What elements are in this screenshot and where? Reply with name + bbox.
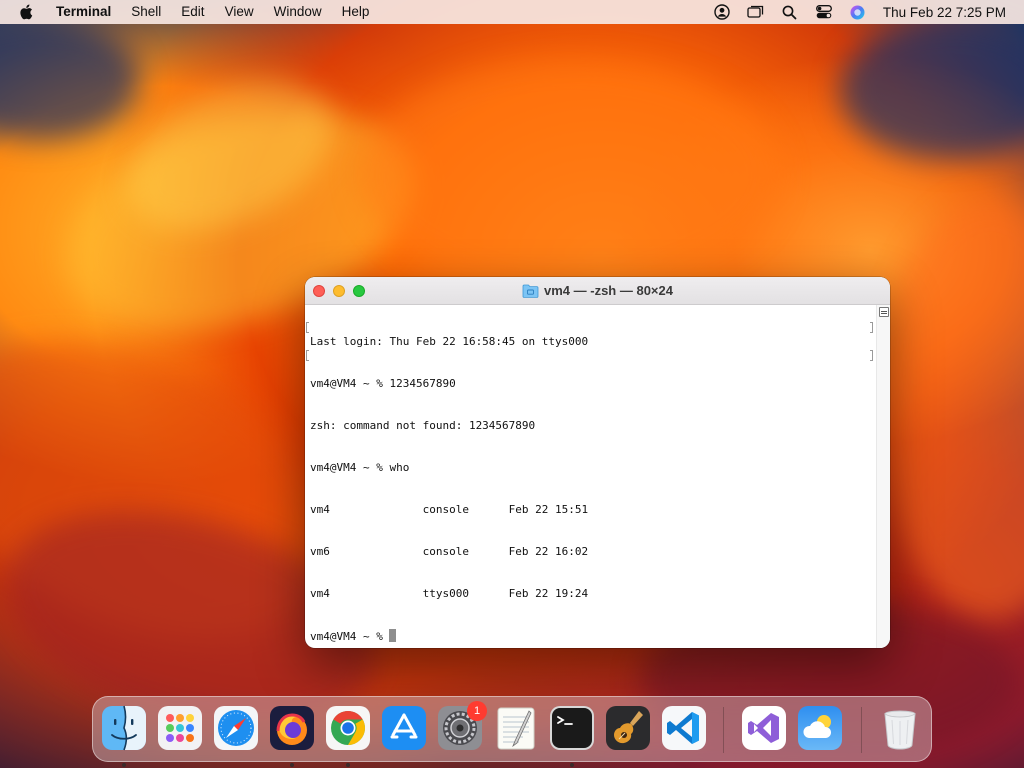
user-account-icon[interactable] (705, 0, 739, 24)
chrome-icon (326, 706, 370, 750)
split-pane-icon[interactable] (879, 307, 889, 317)
running-indicator (570, 763, 574, 767)
dock-weather[interactable] (797, 705, 843, 751)
control-center-icon[interactable] (807, 0, 841, 24)
menu-app-name[interactable]: Terminal (46, 0, 121, 24)
minimize-button[interactable] (333, 285, 345, 297)
vscode-icon (662, 706, 706, 750)
terminal-line: vm4 console Feb 22 15:51 (310, 503, 589, 516)
dock-terminal[interactable] (549, 705, 595, 767)
command-mark-icon (306, 350, 309, 361)
zoom-button[interactable] (353, 285, 365, 297)
dock-garageband[interactable] (605, 705, 651, 751)
firefox-icon (270, 706, 314, 750)
terminal-icon (550, 706, 594, 750)
dock-system-settings[interactable]: 1 (437, 701, 487, 751)
terminal-line: vm4@VM4 ~ % who (310, 461, 410, 474)
finder-icon (102, 705, 146, 751)
command-mark-icon (306, 322, 309, 333)
terminal-window[interactable]: vm4 — -zsh — 80×24 Last login: Thu Feb 2… (305, 277, 890, 648)
close-button[interactable] (313, 285, 325, 297)
launchpad-icon (158, 706, 202, 750)
dock-textedit[interactable] (493, 705, 539, 751)
dock-firefox[interactable] (269, 705, 315, 767)
dock-trash[interactable] (877, 705, 923, 751)
folder-icon (522, 284, 539, 298)
dock-separator (861, 707, 862, 753)
terminal-prompt-line: vm4@VM4 ~ % (310, 629, 871, 643)
terminal-line: Last login: Thu Feb 22 16:58:45 on ttys0… (310, 335, 589, 348)
terminal-titlebar[interactable]: vm4 — -zsh — 80×24 (305, 277, 890, 305)
weather-icon (798, 706, 842, 750)
screen-mirroring-icon[interactable] (739, 0, 773, 24)
visual-studio-icon (742, 706, 786, 750)
dock-finder[interactable] (101, 705, 147, 767)
dock-safari[interactable] (213, 705, 259, 751)
dock-vscode[interactable] (661, 705, 707, 751)
spotlight-search-icon[interactable] (773, 0, 807, 24)
terminal-line: vm4 ttys000 Feb 22 19:24 (310, 587, 589, 600)
dock-chrome[interactable] (325, 705, 371, 767)
terminal-line: zsh: command not found: 1234567890 (310, 419, 536, 432)
text-cursor (389, 629, 397, 642)
terminal-line: vm4@VM4 ~ % 1234567890 (310, 377, 456, 390)
window-title: vm4 — -zsh — 80×24 (522, 283, 673, 298)
safari-icon (214, 706, 258, 750)
terminal-prompt: vm4@VM4 ~ % (310, 630, 390, 643)
trash-icon (884, 710, 916, 750)
siri-icon[interactable] (841, 0, 875, 24)
garageband-icon (606, 706, 650, 750)
command-mark-icon (870, 350, 873, 361)
textedit-icon (497, 707, 535, 750)
menu-shell[interactable]: Shell (121, 0, 171, 24)
menu-bar-left: Terminal Shell Edit View Window Help (0, 0, 379, 24)
menu-edit[interactable]: Edit (171, 0, 214, 24)
dock: 1 (92, 696, 932, 767)
app-store-icon (382, 706, 426, 750)
notification-badge: 1 (467, 701, 487, 721)
command-mark-icon (870, 322, 873, 333)
menu-clock[interactable]: Thu Feb 22 7:25 PM (875, 5, 1006, 20)
terminal-line: vm6 console Feb 22 16:02 (310, 545, 589, 558)
terminal-scrollbar[interactable] (876, 305, 890, 648)
menu-bar-right: Thu Feb 22 7:25 PM (705, 0, 1024, 24)
dock-visual-studio[interactable] (741, 705, 787, 751)
menu-help[interactable]: Help (332, 0, 380, 24)
menu-bar: Terminal Shell Edit View Window Help Thu… (0, 0, 1024, 24)
menu-view[interactable]: View (215, 0, 264, 24)
dock-app-store[interactable] (381, 705, 427, 751)
window-title-text: vm4 — -zsh — 80×24 (544, 283, 673, 298)
apple-menu-icon[interactable] (18, 3, 34, 21)
terminal-output[interactable]: Last login: Thu Feb 22 16:58:45 on ttys0… (305, 305, 876, 648)
running-indicator (346, 763, 350, 767)
menu-window[interactable]: Window (264, 0, 332, 24)
dock-separator (723, 707, 724, 753)
dock-launchpad[interactable] (157, 705, 203, 751)
running-indicator (122, 763, 126, 767)
running-indicator (290, 763, 294, 767)
